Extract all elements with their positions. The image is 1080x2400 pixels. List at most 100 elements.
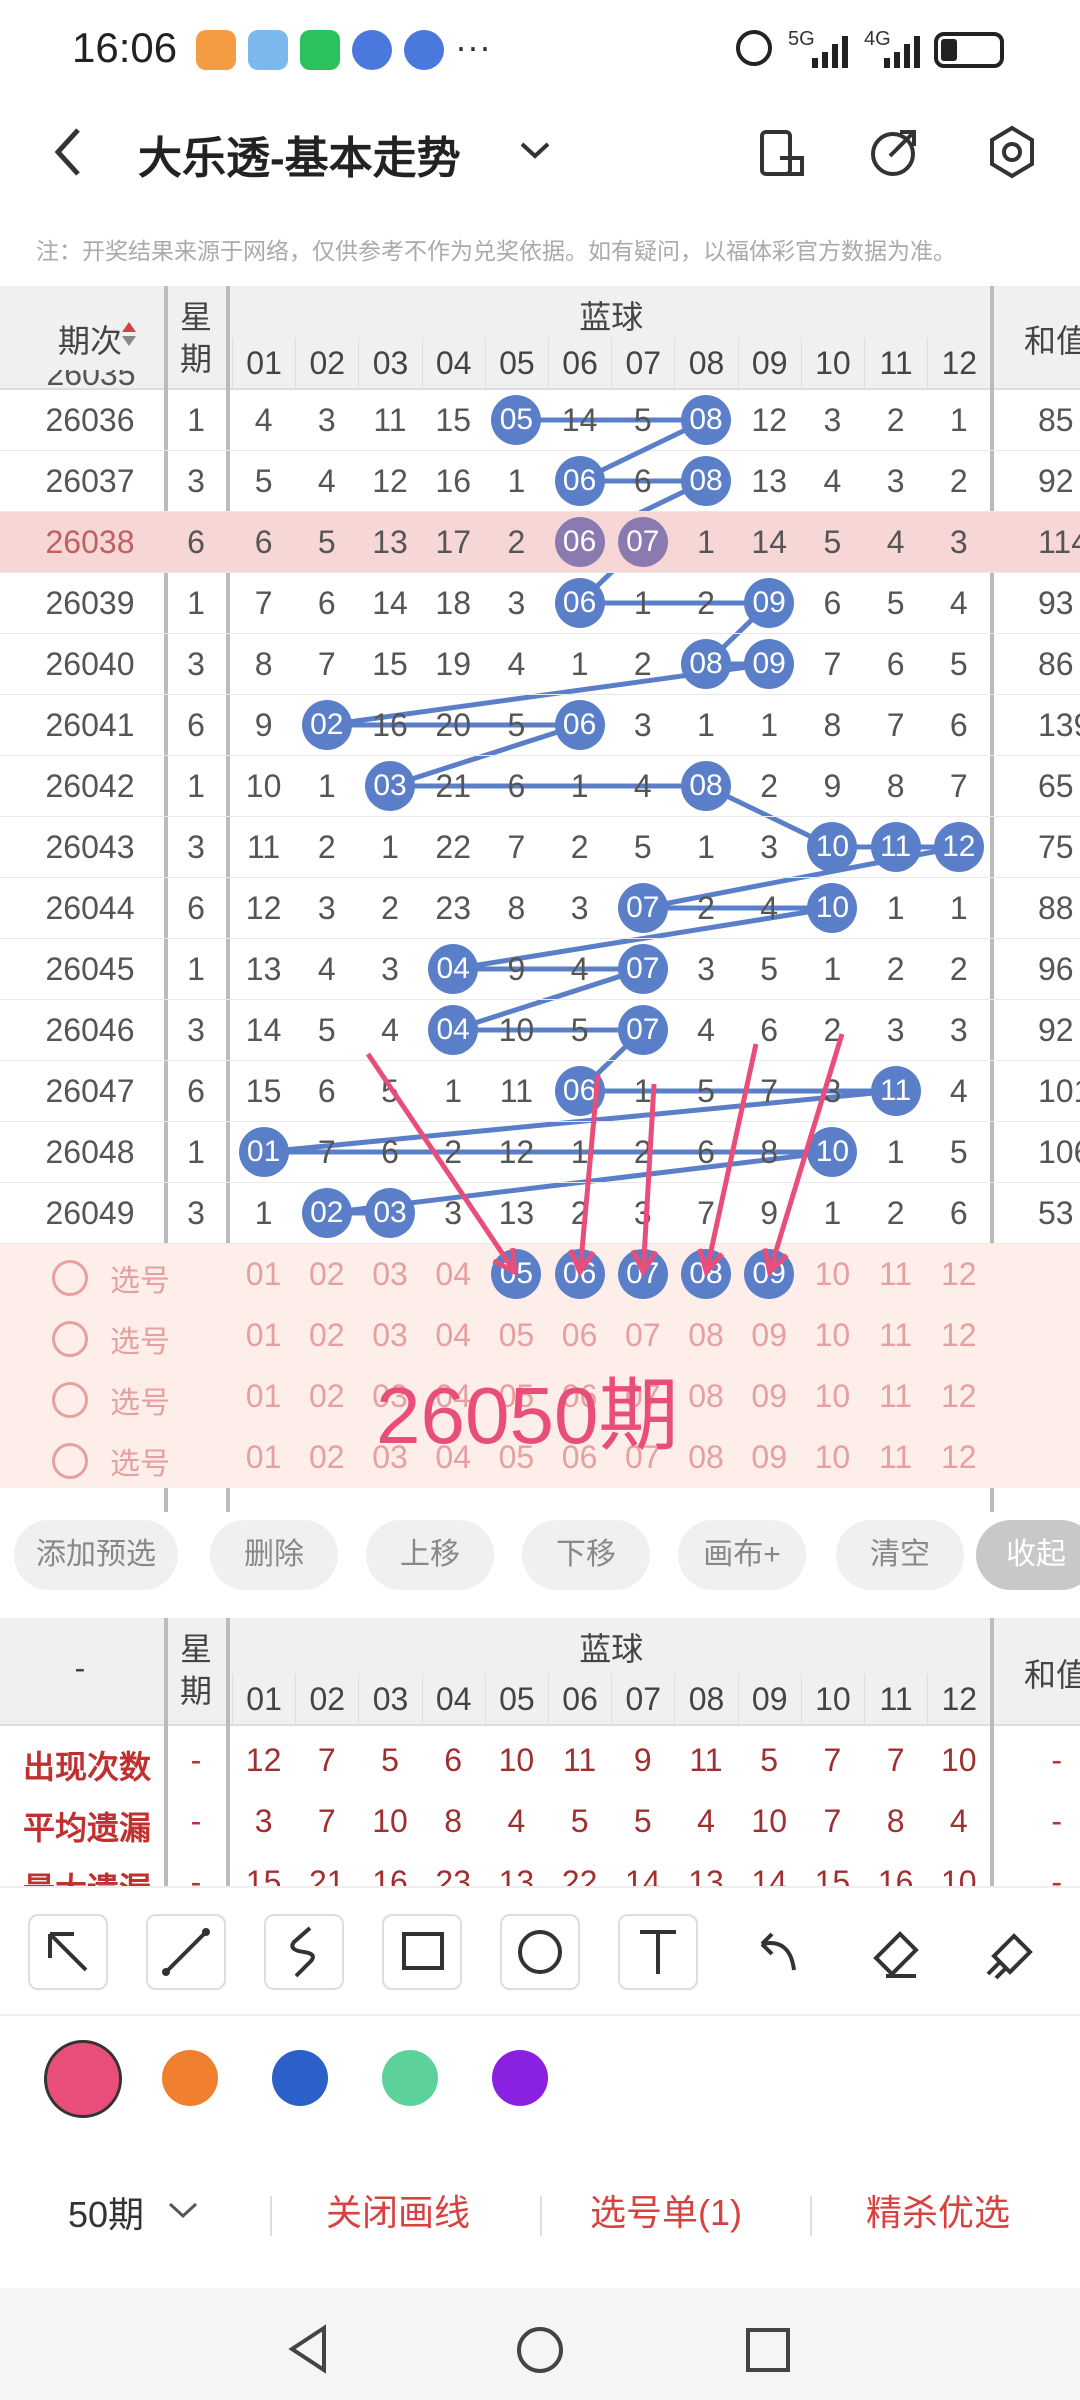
period-number[interactable]: 26046 — [20, 1012, 160, 1049]
period-number[interactable]: 26041 — [20, 707, 160, 744]
pick-number[interactable]: 12 — [927, 1378, 990, 1415]
period-number[interactable]: 26049 — [20, 1195, 160, 1232]
clear-brush-icon[interactable] — [972, 1914, 1052, 1990]
chevron-down-icon[interactable] — [166, 2200, 200, 2222]
drawn-ball[interactable]: 02 — [301, 1188, 352, 1238]
pick-number[interactable]: 02 — [295, 1317, 358, 1354]
rectangle-tool-icon[interactable] — [382, 1914, 462, 1990]
pick-number[interactable]: 10 — [801, 1378, 864, 1415]
pick-number[interactable]: 11 — [864, 1317, 927, 1354]
undo-icon[interactable] — [736, 1914, 816, 1990]
drawn-ball[interactable]: 02 — [301, 700, 352, 750]
pick-radio[interactable] — [52, 1443, 88, 1479]
line-tool-icon[interactable] — [146, 1914, 226, 1990]
drawn-ball[interactable]: 08 — [681, 761, 731, 811]
pick-number[interactable]: 05 — [485, 1317, 548, 1354]
pick-number[interactable]: 12 — [927, 1439, 990, 1476]
drawn-ball[interactable]: 04 — [428, 1005, 479, 1055]
drawn-ball[interactable]: 07 — [617, 883, 668, 933]
action-button[interactable]: 收起 — [976, 1520, 1080, 1590]
pick-number[interactable]: 07 — [611, 1317, 674, 1354]
premium-pick-button[interactable]: 精杀优选 — [866, 2184, 1010, 2236]
drawn-ball[interactable]: 07 — [617, 1005, 668, 1055]
back-icon[interactable] — [48, 124, 88, 180]
period-number[interactable]: 26045 — [20, 951, 160, 988]
picked-ball[interactable]: 08 — [681, 1249, 731, 1299]
drawn-ball[interactable]: 07 — [617, 944, 668, 994]
pick-number[interactable]: 03 — [358, 1317, 421, 1354]
drawn-ball[interactable]: 08 — [681, 395, 731, 445]
period-number[interactable]: 26040 — [20, 646, 160, 683]
pick-number[interactable]: 01 — [232, 1256, 295, 1293]
pick-list-button[interactable]: 选号单(1) — [590, 2184, 742, 2236]
pick-number[interactable]: 12 — [927, 1256, 990, 1293]
color-swatch[interactable] — [272, 2050, 328, 2106]
period-number[interactable]: 26039 — [20, 585, 160, 622]
drawn-ball[interactable]: 08 — [681, 456, 731, 506]
pick-number[interactable]: 04 — [422, 1256, 485, 1293]
pick-label[interactable]: 选号 — [100, 1256, 180, 1300]
drawn-ball[interactable]: 06 — [554, 456, 605, 506]
drawn-ball[interactable]: 06 — [554, 700, 605, 750]
pick-radio[interactable] — [52, 1260, 88, 1296]
period-number[interactable]: 26037 — [20, 463, 160, 500]
picked-ball[interactable]: 06 — [554, 1249, 605, 1299]
phone-layout-icon[interactable] — [756, 128, 808, 180]
pick-number[interactable]: 04 — [422, 1317, 485, 1354]
pick-label[interactable]: 选号 — [100, 1317, 180, 1361]
pick-number[interactable]: 06 — [548, 1317, 611, 1354]
chevron-down-icon[interactable] — [518, 138, 552, 162]
pick-number[interactable]: 10 — [801, 1256, 864, 1293]
drawn-ball[interactable]: 03 — [365, 1188, 415, 1238]
color-swatch[interactable] — [162, 2050, 218, 2106]
period-number[interactable]: 26038 — [20, 524, 160, 561]
drawn-ball[interactable]: 09 — [744, 578, 795, 628]
action-button[interactable]: 下移 — [522, 1520, 650, 1590]
pick-number[interactable]: 01 — [232, 1317, 295, 1354]
settings-icon[interactable] — [984, 124, 1040, 180]
drawn-ball[interactable]: 01 — [238, 1127, 289, 1177]
drawn-ball[interactable]: 09 — [744, 639, 795, 689]
text-tool-icon[interactable] — [618, 1914, 698, 1990]
pick-number[interactable]: 11 — [864, 1378, 927, 1415]
circle-tool-icon[interactable] — [500, 1914, 580, 1990]
drawn-ball[interactable]: 07 — [617, 517, 668, 567]
pick-radio[interactable] — [52, 1382, 88, 1418]
nav-back-icon[interactable] — [284, 2324, 334, 2374]
nav-home-icon[interactable] — [514, 2324, 566, 2376]
eraser-icon[interactable] — [854, 1914, 934, 1990]
pick-number[interactable]: 10 — [801, 1317, 864, 1354]
sort-icon[interactable] — [122, 336, 136, 346]
pick-number[interactable]: 08 — [674, 1439, 737, 1476]
pick-label[interactable]: 选号 — [100, 1439, 180, 1483]
drawn-ball[interactable]: 04 — [428, 944, 479, 994]
color-swatch[interactable] — [492, 2050, 548, 2106]
pick-label[interactable]: 选号 — [100, 1378, 180, 1422]
period-number[interactable]: 26044 — [20, 890, 160, 927]
action-button[interactable]: 上移 — [366, 1520, 494, 1590]
picked-ball[interactable]: 07 — [617, 1249, 668, 1299]
period-number[interactable]: 26048 — [20, 1134, 160, 1171]
pick-number[interactable]: 12 — [927, 1317, 990, 1354]
pick-number[interactable]: 09 — [738, 1439, 801, 1476]
pick-number[interactable]: 09 — [738, 1378, 801, 1415]
pick-number[interactable]: 02 — [295, 1378, 358, 1415]
pick-number[interactable]: 09 — [738, 1317, 801, 1354]
drawn-ball[interactable]: 11 — [870, 1066, 921, 1116]
period-number[interactable]: 26036 — [20, 402, 160, 439]
pick-number[interactable]: 01 — [232, 1439, 295, 1476]
pick-radio[interactable] — [52, 1321, 88, 1357]
share-icon[interactable] — [868, 126, 922, 180]
nav-recents-icon[interactable] — [744, 2326, 792, 2374]
sort-icon[interactable] — [122, 322, 136, 332]
color-swatch[interactable] — [44, 2040, 122, 2118]
action-button[interactable]: 清空 — [836, 1520, 964, 1590]
drawn-ball[interactable]: 03 — [365, 761, 415, 811]
pick-number[interactable]: 11 — [864, 1439, 927, 1476]
period-count-dropdown[interactable]: 50期 — [68, 2186, 144, 2238]
action-button[interactable]: 添加预选 — [14, 1520, 178, 1590]
drawn-ball[interactable]: 06 — [554, 578, 605, 628]
period-number[interactable]: 26042 — [20, 768, 160, 805]
drawn-ball[interactable]: 06 — [554, 517, 605, 567]
drawn-ball[interactable]: 11 — [870, 822, 921, 872]
